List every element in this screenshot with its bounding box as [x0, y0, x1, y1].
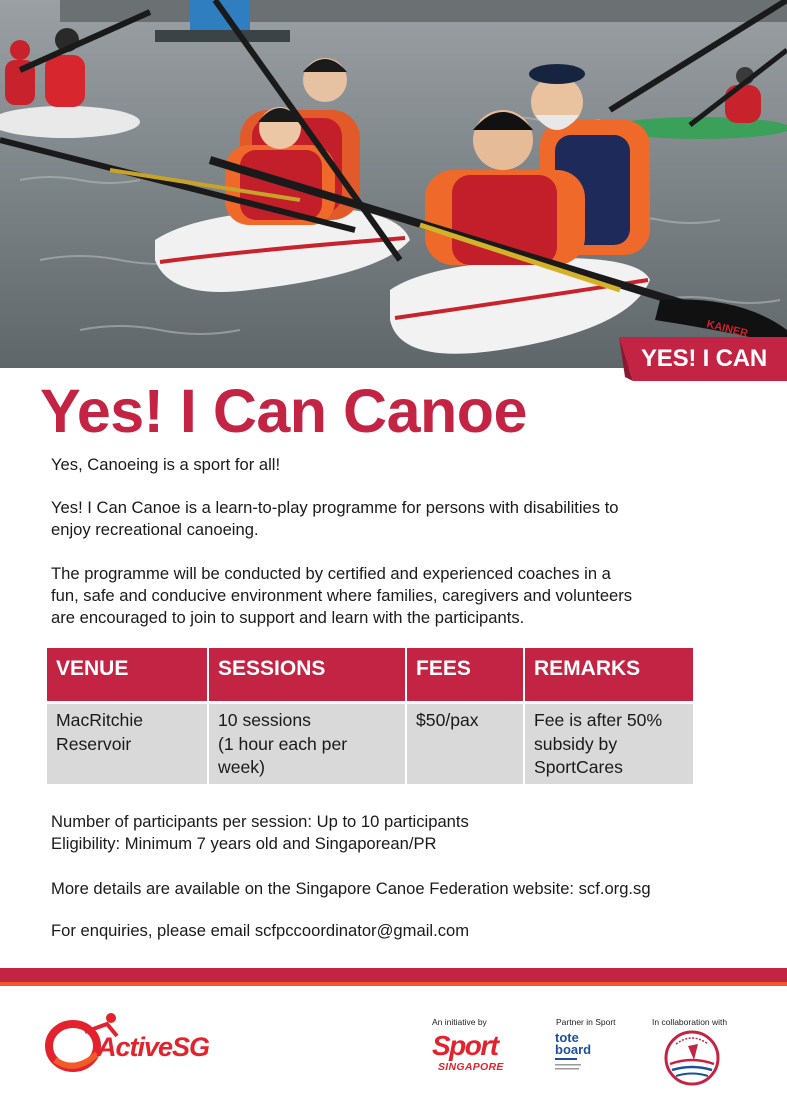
header-venue: VENUE — [47, 648, 209, 704]
cell-fees: $50/pax — [407, 704, 525, 784]
programme-info-table: VENUE SESSIONS FEES REMARKS MacRitchie R… — [47, 648, 693, 784]
cell-sessions: 10 sessions (1 hour each per week) — [209, 704, 407, 784]
sport-logo-word: Sport — [432, 1030, 499, 1061]
sport-singapore-logo: Sport SINGAPORE — [431, 1030, 526, 1076]
header-fees: FEES — [407, 648, 525, 704]
participants-text: Number of participants per session: Up t… — [51, 812, 469, 831]
partner-label: Partner in Sport — [556, 1017, 616, 1027]
cell-line: $50/pax — [416, 710, 479, 730]
cell-line: MacRitchie — [56, 710, 144, 730]
header-remarks: REMARKS — [525, 648, 693, 704]
singapore-canoe-federation-logo — [664, 1030, 720, 1086]
footer-red-bar — [0, 968, 787, 982]
table-header-row: VENUE SESSIONS FEES REMARKS — [47, 648, 693, 704]
cell-line: subsidy by — [534, 733, 618, 754]
tote-logo-mark — [555, 1058, 581, 1070]
table-row: MacRitchie Reservoir 10 sessions (1 hour… — [47, 704, 693, 784]
scf-emblem-icon — [664, 1030, 720, 1086]
cell-venue: MacRitchie Reservoir — [47, 704, 209, 784]
initiative-label: An initiative by — [432, 1017, 487, 1027]
tote-board-logo: tote board — [553, 1031, 591, 1076]
programme-details: The programme will be conducted by certi… — [51, 563, 741, 629]
page-title: Yes! I Can Canoe — [40, 377, 527, 445]
cell-line: SportCares — [534, 757, 623, 777]
cell-line: (1 hour each per — [218, 733, 348, 754]
cell-line: Fee is after 50% — [534, 710, 663, 730]
cell-remarks: Fee is after 50% subsidy by SportCares — [525, 704, 693, 784]
badge-text: YES! I CAN — [641, 345, 768, 372]
activesg-logo-text: ActiveSG — [97, 1032, 210, 1062]
tagline: Yes, Canoeing is a sport for all! — [51, 455, 281, 474]
programme-line: fun, safe and conducive environment wher… — [51, 586, 633, 605]
programme-line: are encouraged to join to support and le… — [51, 608, 525, 627]
canoeing-photo-illustration: KAINER — [0, 0, 787, 368]
programme-description: Yes! I Can Canoe is a learn-to-play prog… — [51, 497, 741, 541]
description-line: enjoy recreational canoeing. — [51, 520, 259, 539]
header-sessions: SESSIONS — [209, 648, 407, 704]
description-line: Yes! I Can Canoe is a learn-to-play prog… — [51, 498, 619, 517]
participant-details: Number of participants per session: Up t… — [51, 811, 741, 855]
sport-logo-subtext: SINGAPORE — [438, 1061, 504, 1073]
programme-line: The programme will be conducted by certi… — [51, 564, 611, 583]
website-text: More details are available on the Singap… — [51, 879, 651, 898]
cell-line: Reservoir — [56, 733, 132, 754]
hero-photo: KAINER — [0, 0, 787, 368]
collaboration-label: In collaboration with — [652, 1017, 728, 1027]
footer-orange-bar — [0, 982, 787, 986]
eligibility-text: Eligibility: Minimum 7 years old and Sin… — [51, 834, 437, 853]
yes-i-can-badge: YES! I CAN — [619, 337, 787, 381]
enquiries-text: For enquiries, please email scfpccoordin… — [51, 921, 470, 940]
cell-line: week) — [218, 757, 265, 777]
cell-line: 10 sessions — [218, 710, 311, 730]
activesg-logo: ActiveSG — [45, 1010, 220, 1076]
